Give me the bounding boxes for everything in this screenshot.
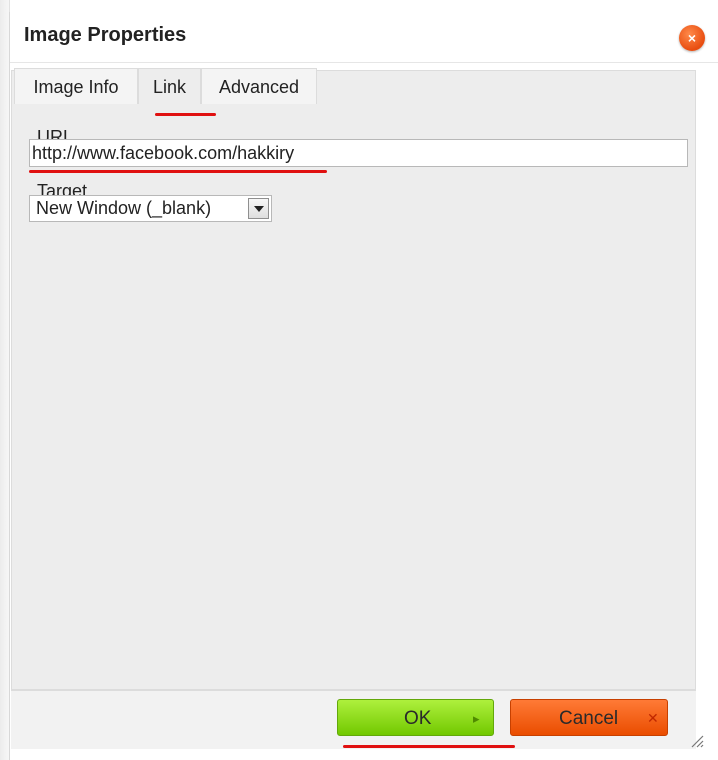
tab-link[interactable]: Link <box>138 68 201 104</box>
dialog-title: Image Properties <box>24 24 187 46</box>
dialog-titlebar: Image Properties × <box>10 12 718 63</box>
close-icon[interactable]: × <box>679 25 705 51</box>
target-select[interactable]: New Window (_blank) <box>29 195 272 222</box>
target-select-value: New Window (_blank) <box>36 198 212 218</box>
annotation-underline-url <box>29 170 327 173</box>
cancel-button[interactable]: Cancel ✕ <box>510 699 668 736</box>
chevron-down-icon[interactable] <box>248 198 269 219</box>
cancel-button-label: Cancel <box>559 708 619 729</box>
ok-button[interactable]: OK ▸ <box>337 699 494 736</box>
resize-grip-icon[interactable] <box>690 734 704 748</box>
play-arrow-icon: ▸ <box>473 711 480 726</box>
tab-image-info[interactable]: Image Info <box>14 68 138 104</box>
annotation-underline-ok <box>343 745 515 748</box>
ok-button-label: OK <box>404 708 432 729</box>
url-input[interactable] <box>29 139 688 167</box>
tab-advanced[interactable]: Advanced <box>201 68 317 104</box>
close-icon: ✕ <box>647 710 659 726</box>
annotation-underline-link-tab <box>155 113 216 116</box>
